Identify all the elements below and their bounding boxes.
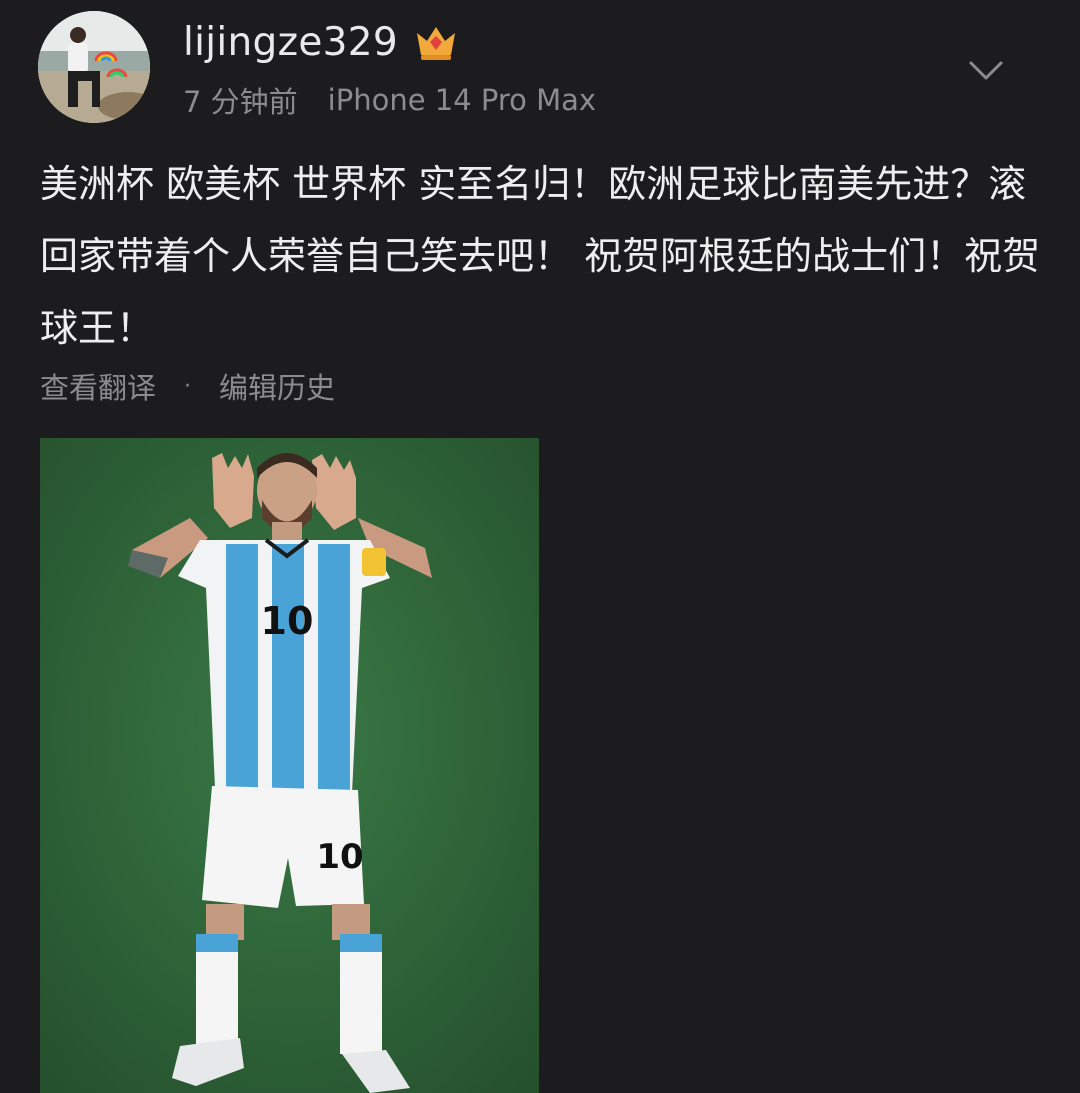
jersey-number: 10 [261, 599, 314, 643]
translate-link[interactable]: 查看翻译 [40, 365, 156, 407]
post-image[interactable]: 10 10 [40, 438, 539, 1093]
post-content: 美洲杯 欧美杯 世界杯 实至名归！欧洲足球比南美先进？滚回家带着个人荣誉自己笑去… [40, 162, 1041, 350]
username-row: lijingze329 [183, 14, 458, 70]
post-meta: 7 分钟前 iPhone 14 Pro Max [183, 78, 596, 122]
post-time: 7 分钟前 [183, 85, 298, 119]
shorts-number: 10 [316, 837, 363, 877]
post-actions: 查看翻译 · 编辑历史 [40, 362, 335, 410]
separator: · [184, 373, 192, 399]
edit-history-link[interactable]: 编辑历史 [219, 365, 335, 407]
post-device: iPhone 14 Pro Max [327, 83, 597, 117]
avatar[interactable] [38, 11, 150, 123]
chevron-down-icon[interactable] [968, 58, 1004, 84]
weibo-post: lijingze329 7 分钟前 iPhone 14 Pro Max 美洲杯 … [0, 0, 1080, 1093]
avatar-image [38, 11, 150, 123]
username[interactable]: lijingze329 [183, 20, 398, 65]
crown-icon[interactable] [414, 22, 458, 62]
player-photo: 10 10 [40, 438, 539, 1093]
